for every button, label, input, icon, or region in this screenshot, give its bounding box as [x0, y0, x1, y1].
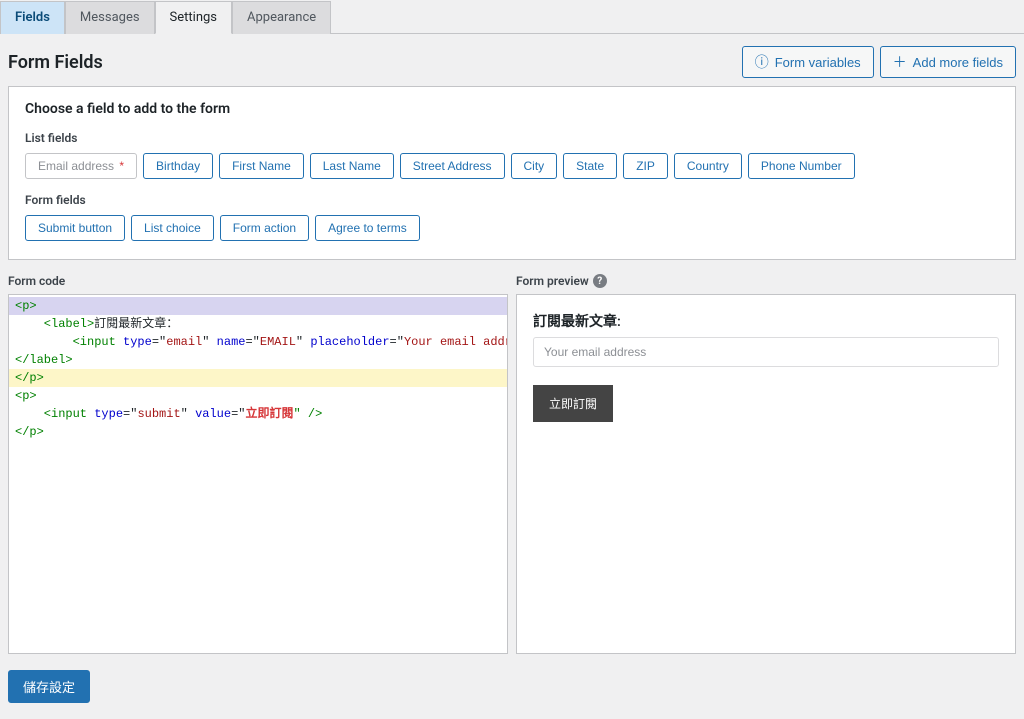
field-list-choice[interactable]: List choice [131, 215, 214, 241]
list-fields-row: Email address * Birthday First Name Last… [25, 153, 999, 179]
form-code-editor[interactable]: <p> <label>訂閱最新文章： <input type="email" n… [8, 294, 508, 654]
list-fields-label: List fields [25, 131, 999, 145]
header-row: Form Fields ⓘ Form variables ＋ Add more … [0, 34, 1024, 86]
preview-field-label: 訂閱最新文章: [533, 311, 999, 331]
field-zip[interactable]: ZIP [623, 153, 668, 179]
save-settings-button[interactable]: 儲存設定 [8, 670, 90, 703]
tabs-bar: Fields Messages Settings Appearance [0, 0, 1024, 34]
info-icon: ⓘ [755, 52, 769, 72]
field-form-action[interactable]: Form action [220, 215, 309, 241]
help-icon[interactable]: ? [593, 274, 607, 288]
page-title: Form Fields [0, 52, 103, 73]
field-email[interactable]: Email address * [25, 153, 137, 179]
preview-column: Form preview ? 訂閱最新文章: 立即訂閱 [516, 274, 1016, 654]
tab-messages[interactable]: Messages [65, 1, 155, 34]
form-preview-box: 訂閱最新文章: 立即訂閱 [516, 294, 1016, 654]
save-row: 儲存設定 [0, 654, 1024, 719]
choose-field-label: Choose a field to add to the form [25, 101, 999, 117]
tab-fields[interactable]: Fields [0, 1, 65, 34]
add-more-fields-label: Add more fields [913, 55, 1003, 70]
preview-submit-button[interactable]: 立即訂閱 [533, 385, 613, 422]
preview-email-input[interactable] [533, 337, 999, 367]
tab-appearance[interactable]: Appearance [232, 1, 331, 34]
required-star: * [116, 159, 124, 173]
field-birthday[interactable]: Birthday [143, 153, 213, 179]
field-state[interactable]: State [563, 153, 617, 179]
form-variables-button[interactable]: ⓘ Form variables [742, 46, 874, 78]
code-preview-split: Form code <p> <label>訂閱最新文章： <input type… [8, 274, 1016, 654]
form-fields-row: Submit button List choice Form action Ag… [25, 215, 999, 241]
form-code-label: Form code [8, 274, 508, 288]
code-column: Form code <p> <label>訂閱最新文章： <input type… [8, 274, 508, 654]
field-city[interactable]: City [511, 153, 558, 179]
field-first-name[interactable]: First Name [219, 153, 304, 179]
field-submit-button[interactable]: Submit button [25, 215, 125, 241]
add-more-fields-button[interactable]: ＋ Add more fields [880, 46, 1016, 78]
fields-panel: Choose a field to add to the form List f… [8, 86, 1016, 260]
field-country[interactable]: Country [674, 153, 742, 179]
tab-settings[interactable]: Settings [155, 1, 232, 34]
field-agree-terms[interactable]: Agree to terms [315, 215, 420, 241]
form-variables-label: Form variables [775, 55, 861, 70]
field-phone[interactable]: Phone Number [748, 153, 855, 179]
field-last-name[interactable]: Last Name [310, 153, 394, 179]
header-buttons: ⓘ Form variables ＋ Add more fields [742, 46, 1024, 78]
form-fields-label: Form fields [25, 193, 999, 207]
plus-icon: ＋ [893, 52, 907, 72]
form-preview-label: Form preview ? [516, 274, 1016, 288]
field-street[interactable]: Street Address [400, 153, 505, 179]
